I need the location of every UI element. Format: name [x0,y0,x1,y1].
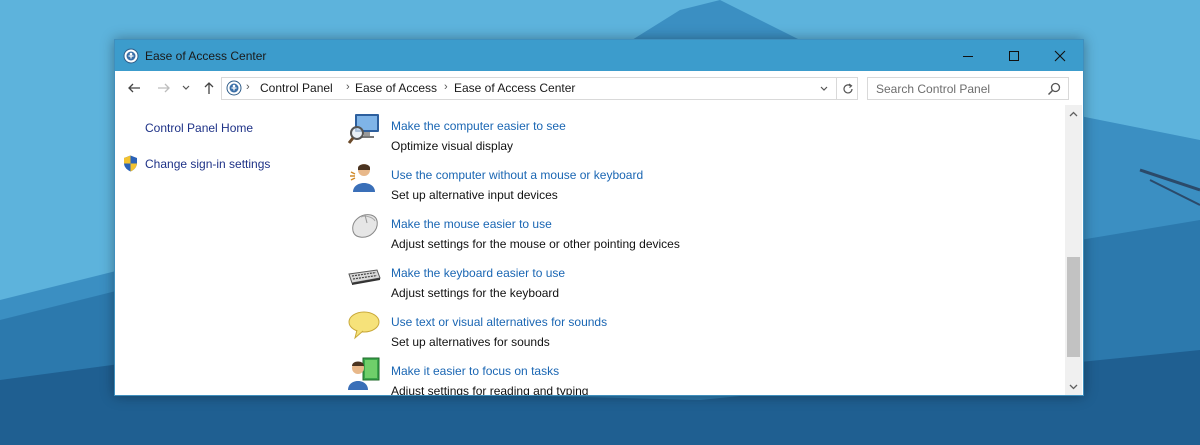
ease-of-access-icon [226,80,242,96]
speech-bubble-icon [348,311,380,340]
vertical-scrollbar[interactable] [1065,105,1082,395]
ease-of-access-icon [123,48,139,64]
main-content: Make the computer easier to see Optimize… [325,105,1065,395]
breadcrumb-separator-icon[interactable]: › [246,81,250,93]
close-icon [1054,50,1066,61]
search-box[interactable]: Search Control Panel [867,77,1069,100]
breadcrumb-separator-icon[interactable]: › [444,81,448,93]
search-input[interactable]: Search Control Panel [876,82,990,96]
chevron-down-icon [182,85,190,90]
recent-locations-button[interactable] [180,79,192,97]
address-bar[interactable]: › Control Panel › Ease of Access › Ease … [221,77,858,100]
refresh-icon [842,83,853,93]
person-speaking-icon [350,164,375,192]
minimize-button[interactable] [945,40,991,71]
item-description: Adjust settings for the keyboard [391,286,560,300]
window-title: Ease of Access Center [145,49,267,63]
scroll-up-button[interactable] [1065,105,1082,122]
link-make-mouse-easier-to-use[interactable]: Make the mouse easier to use [391,217,552,231]
refresh-button[interactable] [836,78,858,99]
mouse-icon [352,214,378,238]
arrow-right-icon [158,83,170,93]
up-button[interactable] [200,79,218,97]
chevron-down-icon [1069,384,1078,389]
maximize-icon [1009,50,1019,61]
item-description: Set up alternative input devices [391,188,558,202]
arrow-left-icon [128,83,140,93]
breadcrumb-ease-of-access-center[interactable]: Ease of Access Center [454,81,575,95]
item-description: Adjust settings for the mouse or other p… [391,237,680,251]
breadcrumb-control-panel[interactable]: Control Panel [260,81,333,95]
breadcrumb-ease-of-access[interactable]: Ease of Access [355,81,437,95]
sidebar-item-change-sign-in-settings[interactable]: Change sign-in settings [145,157,270,171]
navigation-bar: › Control Panel › Ease of Access › Ease … [115,71,1083,105]
sidebar-item-control-panel-home[interactable]: Control Panel Home [145,121,253,135]
link-use-computer-without-mouse-or-keyboard[interactable]: Use the computer without a mouse or keyb… [391,168,643,182]
link-make-keyboard-easier-to-use[interactable]: Make the keyboard easier to use [391,266,565,280]
person-book-icon [348,357,380,390]
shield-icon [124,155,137,172]
item-description: Optimize visual display [391,139,514,153]
forward-button[interactable] [155,79,173,97]
back-button[interactable] [125,79,143,97]
maximize-button[interactable] [991,40,1037,71]
minimize-icon [963,55,973,57]
link-make-computer-easier-to-see[interactable]: Make the computer easier to see [391,119,566,133]
arrow-up-icon [204,82,214,94]
chevron-up-icon [1069,111,1078,116]
monitor-magnifier-icon [347,114,379,144]
item-description: Set up alternatives for sounds [391,335,550,349]
chevron-down-icon [820,86,828,91]
title-bar[interactable]: Ease of Access Center [115,40,1083,71]
item-description: Adjust settings for reading and typing [391,384,589,395]
breadcrumb-separator-icon[interactable]: › [346,81,350,93]
address-dropdown-button[interactable] [819,81,833,96]
keyboard-icon [348,269,381,285]
scrollbar-thumb[interactable] [1067,257,1080,357]
search-icon[interactable] [1047,82,1061,96]
control-panel-window: Ease of Access Center › Control Panel › … [114,39,1084,396]
sidebar: Control Panel Home Change sign-in settin… [115,105,325,395]
link-make-easier-to-focus-on-tasks[interactable]: Make it easier to focus on tasks [391,364,559,378]
close-button[interactable] [1037,40,1083,71]
scroll-down-button[interactable] [1065,378,1082,395]
link-text-or-visual-alternatives-for-sounds[interactable]: Use text or visual alternatives for soun… [391,315,607,329]
